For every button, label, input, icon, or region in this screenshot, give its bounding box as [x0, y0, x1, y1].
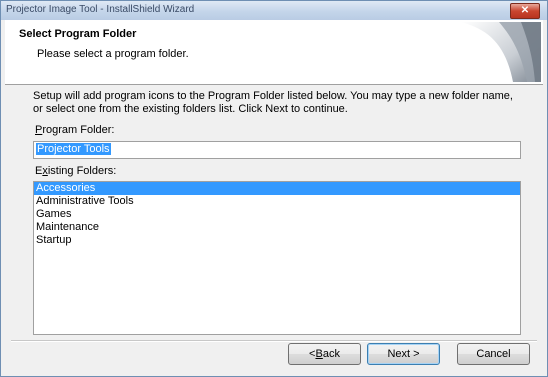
cancel-button-label: Cancel	[476, 348, 511, 360]
next-button[interactable]: Next >	[367, 343, 440, 365]
page-subtitle: Please select a program folder.	[37, 48, 189, 60]
close-button[interactable]: ✕	[510, 3, 540, 19]
next-button-label: Next >	[387, 348, 420, 360]
page-title: Select Program Folder	[19, 28, 137, 40]
program-folder-label: Program Folder:	[35, 124, 114, 136]
existing-folders-list[interactable]: Accessories Administrative Tools Games M…	[33, 181, 521, 335]
installer-window: Projector Image Tool - InstallShield Wiz…	[0, 0, 548, 377]
folder-list-item[interactable]: Accessories	[34, 182, 520, 195]
title-bar[interactable]: Projector Image Tool - InstallShield Wiz…	[1, 1, 547, 20]
folder-list-item[interactable]: Administrative Tools	[34, 195, 520, 208]
window-title: Projector Image Tool - InstallShield Wiz…	[6, 4, 195, 15]
existing-folders-label: Existing Folders:	[35, 165, 116, 177]
program-folder-label-text: rogram Folder:	[42, 124, 115, 136]
installshield-banner-icon	[461, 22, 541, 82]
wizard-header: Select Program Folder Please select a pr…	[5, 20, 543, 85]
close-icon: ✕	[520, 5, 530, 16]
back-button-label: ack	[322, 348, 340, 360]
program-folder-input[interactable]: Projector Tools	[33, 141, 521, 159]
back-button-accesskey: B	[315, 348, 323, 360]
instructions-text: Setup will add program icons to the Prog…	[33, 90, 513, 115]
program-folder-value: Projector Tools	[36, 143, 111, 155]
wizard-body: Select Program Folder Please select a pr…	[5, 20, 543, 372]
folder-list-item[interactable]: Startup	[34, 234, 520, 247]
existing-folders-label-text: isting Folders:	[47, 165, 117, 177]
back-button[interactable]: < Back	[288, 343, 361, 365]
folder-list-item[interactable]: Games	[34, 208, 520, 221]
button-divider	[11, 340, 537, 342]
cancel-button[interactable]: Cancel	[457, 343, 530, 365]
folder-list-item[interactable]: Maintenance	[34, 221, 520, 234]
